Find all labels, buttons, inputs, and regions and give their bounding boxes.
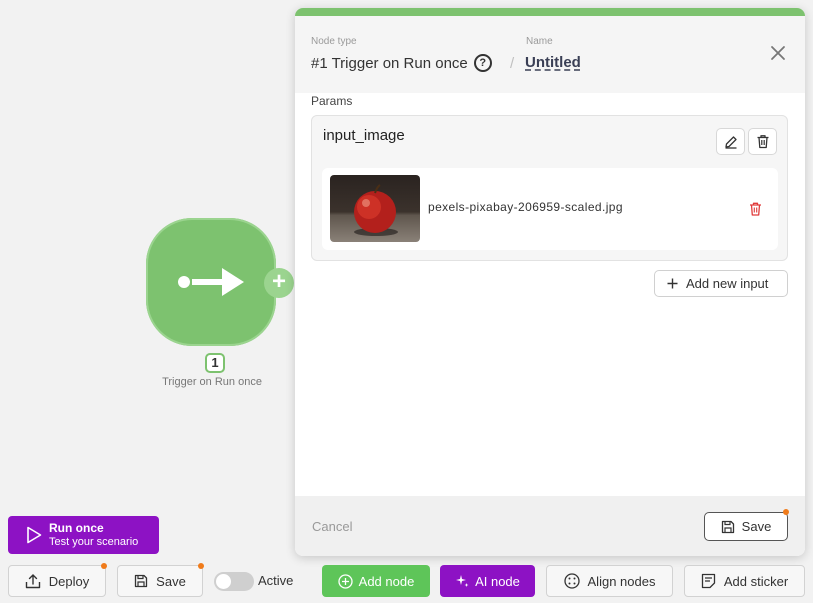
- add-new-input-button[interactable]: Add new input: [654, 270, 788, 297]
- panel-footer: Cancel Save: [295, 496, 805, 556]
- panel-save-label: Save: [741, 519, 772, 534]
- node-number-badge: 1: [205, 353, 225, 373]
- plus-circle-icon: [338, 573, 353, 589]
- run-once-button[interactable]: Run once Test your scenario: [8, 516, 159, 554]
- node-caption: Trigger on Run once: [162, 376, 262, 388]
- align-nodes-button[interactable]: Align nodes: [546, 565, 673, 597]
- node-type-value: #1 Trigger on Run once ?: [311, 54, 492, 72]
- trash-icon: [757, 135, 768, 149]
- add-node-button[interactable]: Add node: [322, 565, 430, 597]
- run-once-subtitle: Test your scenario: [49, 536, 139, 548]
- params-label: Params: [311, 94, 353, 108]
- node-type-text: #1 Trigger on Run once: [311, 54, 468, 72]
- param-name: input_image: [323, 127, 405, 144]
- deploy-indicator: [101, 563, 107, 569]
- node-name-field[interactable]: Untitled: [525, 54, 581, 71]
- align-nodes-icon: [563, 573, 580, 589]
- panel-accent-bar: [295, 8, 805, 16]
- edit-param-button[interactable]: [716, 128, 745, 155]
- cancel-button[interactable]: Cancel: [312, 519, 352, 534]
- file-name: pexels-pixabay-206959-scaled.jpg: [428, 200, 623, 214]
- param-input-card: input_image pexels-pixabay-206959-scaled…: [311, 115, 788, 261]
- delete-param-button[interactable]: [748, 128, 777, 155]
- deploy-button[interactable]: Deploy: [8, 565, 106, 597]
- arrow-right-icon: [178, 268, 244, 296]
- node-settings-panel: Node type #1 Trigger on Run once ? / Nam…: [295, 8, 805, 556]
- add-new-input-label: Add new input: [686, 276, 769, 291]
- active-label: Active: [258, 573, 294, 588]
- panel-save-button[interactable]: Save: [704, 512, 788, 541]
- run-once-title: Run once: [49, 521, 104, 535]
- save-indicator: [198, 563, 204, 569]
- play-icon: [27, 526, 42, 544]
- trigger-node[interactable]: [146, 218, 276, 346]
- deploy-label: Deploy: [48, 573, 90, 589]
- name-label: Name: [526, 36, 553, 47]
- ai-node-label: AI node: [475, 573, 520, 589]
- node-type-label: Node type: [311, 36, 357, 47]
- image-thumbnail: [330, 175, 420, 242]
- plus-icon: [667, 278, 678, 289]
- close-icon[interactable]: [770, 45, 786, 61]
- ai-node-button[interactable]: AI node: [440, 565, 535, 597]
- delete-file-icon[interactable]: [749, 202, 762, 216]
- sparkle-icon: [456, 575, 469, 587]
- save-icon: [721, 520, 734, 533]
- header-separator: /: [510, 55, 515, 72]
- active-toggle[interactable]: [214, 572, 254, 591]
- add-node-label: Add node: [358, 573, 415, 589]
- add-sticker-label: Add sticker: [723, 573, 789, 589]
- upload-icon: [25, 574, 40, 589]
- pencil-icon: [724, 135, 737, 149]
- unsaved-indicator: [783, 509, 789, 515]
- save-label: Save: [156, 573, 186, 589]
- align-nodes-label: Align nodes: [587, 573, 656, 589]
- save-icon: [135, 574, 148, 588]
- add-sticker-button[interactable]: Add sticker: [684, 565, 805, 597]
- uploaded-file-row: pexels-pixabay-206959-scaled.jpg: [322, 168, 778, 250]
- help-icon[interactable]: ?: [473, 54, 492, 72]
- panel-header: Node type #1 Trigger on Run once ? / Nam…: [295, 16, 805, 93]
- add-connection-button[interactable]: +: [264, 268, 294, 298]
- toggle-knob: [216, 574, 231, 589]
- save-button[interactable]: Save: [117, 565, 203, 597]
- sticker-icon: [701, 573, 715, 589]
